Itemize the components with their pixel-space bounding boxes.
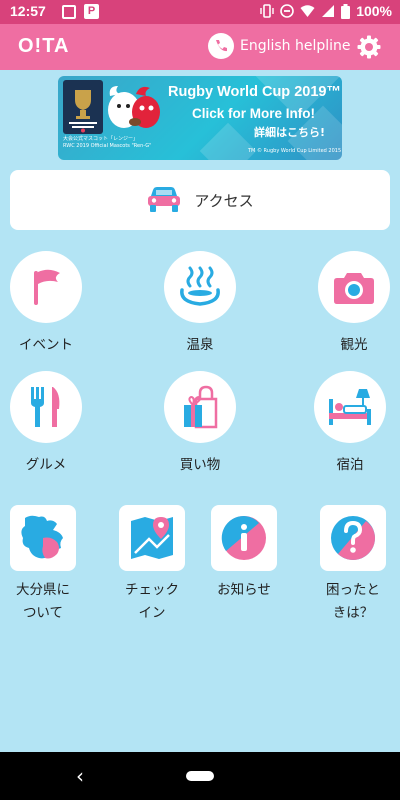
access-button[interactable]: アクセス — [10, 170, 390, 230]
hot-spring-icon — [180, 266, 220, 306]
shopping-label: 買い物 — [179, 457, 221, 473]
gourmet-button[interactable] — [10, 371, 82, 443]
home-pill-button[interactable] — [186, 771, 214, 781]
lodging-button[interactable] — [314, 371, 386, 443]
info-icon — [221, 515, 266, 560]
question-icon — [331, 516, 375, 560]
onsen-button[interactable] — [164, 251, 236, 323]
car-icon — [148, 187, 181, 212]
rugby-world-cup-logo — [63, 80, 103, 134]
access-label: アクセス — [194, 191, 254, 210]
do-not-disturb-icon — [280, 4, 294, 18]
banner-copyright: TM © Rugby World Cup Limited 2015 — [248, 148, 342, 154]
status-icons: 100% — [260, 3, 392, 19]
english-helpline-label: English helpline — [240, 38, 351, 54]
oita-map-icon — [21, 515, 63, 559]
fork-knife-icon — [31, 387, 60, 427]
check-in-label: チェック イン — [125, 582, 179, 621]
about-oita-button[interactable] — [10, 505, 76, 571]
event-label: イベント — [19, 337, 73, 353]
back-chevron-icon[interactable]: ‹ — [76, 764, 84, 788]
bed-icon — [329, 389, 371, 425]
banner-title: Rugby World Cup 2019™ — [168, 84, 341, 100]
status-time: 12:57 — [10, 3, 46, 19]
battery-icon — [341, 3, 351, 19]
phone-icon — [208, 33, 234, 59]
gourmet-label: グルメ — [25, 457, 67, 473]
system-nav-bar: ‹ — [0, 752, 400, 800]
check-in-button[interactable] — [119, 505, 185, 571]
settings-gear-icon[interactable] — [356, 34, 382, 60]
wifi-icon — [300, 5, 315, 17]
camera-icon — [334, 273, 374, 304]
banner-cta-japanese: 詳細はこちら! — [254, 126, 326, 139]
mascot-caption: 大会公式マスコット「レンジー」 RWC 2019 Official Mascot… — [63, 136, 152, 149]
help-label: 困ったと きは？ — [326, 582, 380, 621]
status-bar: 12:57 P 100% — [0, 0, 400, 24]
banner-cta: Click for More Info! — [192, 106, 316, 121]
signal-icon — [322, 5, 335, 17]
onsen-label: 温泉 — [186, 337, 214, 353]
shopping-button[interactable] — [164, 371, 236, 443]
notification-square-icon — [62, 5, 76, 19]
parking-notification-icon: P — [84, 4, 99, 19]
sightseeing-label: 観光 — [340, 337, 368, 353]
ren-g-mascots-illustration — [106, 82, 162, 136]
vibrate-icon — [260, 4, 274, 18]
map-pin-icon — [131, 517, 173, 559]
app-logo: O!TA — [18, 35, 70, 57]
news-label: お知らせ — [217, 582, 271, 598]
news-button[interactable] — [211, 505, 277, 571]
battery-percentage: 100% — [356, 3, 392, 19]
lodging-label: 宿泊 — [336, 457, 364, 473]
app-header: O!TA English helpline — [0, 24, 400, 70]
rugby-world-cup-banner[interactable]: 大会公式マスコット「レンジー」 RWC 2019 Official Mascot… — [58, 76, 342, 160]
flag-icon — [34, 269, 60, 305]
event-button[interactable] — [10, 251, 82, 323]
shopping-bag-icon — [184, 385, 218, 429]
help-button[interactable] — [320, 505, 386, 571]
english-helpline-button[interactable]: English helpline — [208, 33, 351, 59]
about-oita-label: 大分県に ついて — [16, 582, 70, 621]
sightseeing-button[interactable] — [318, 251, 390, 323]
